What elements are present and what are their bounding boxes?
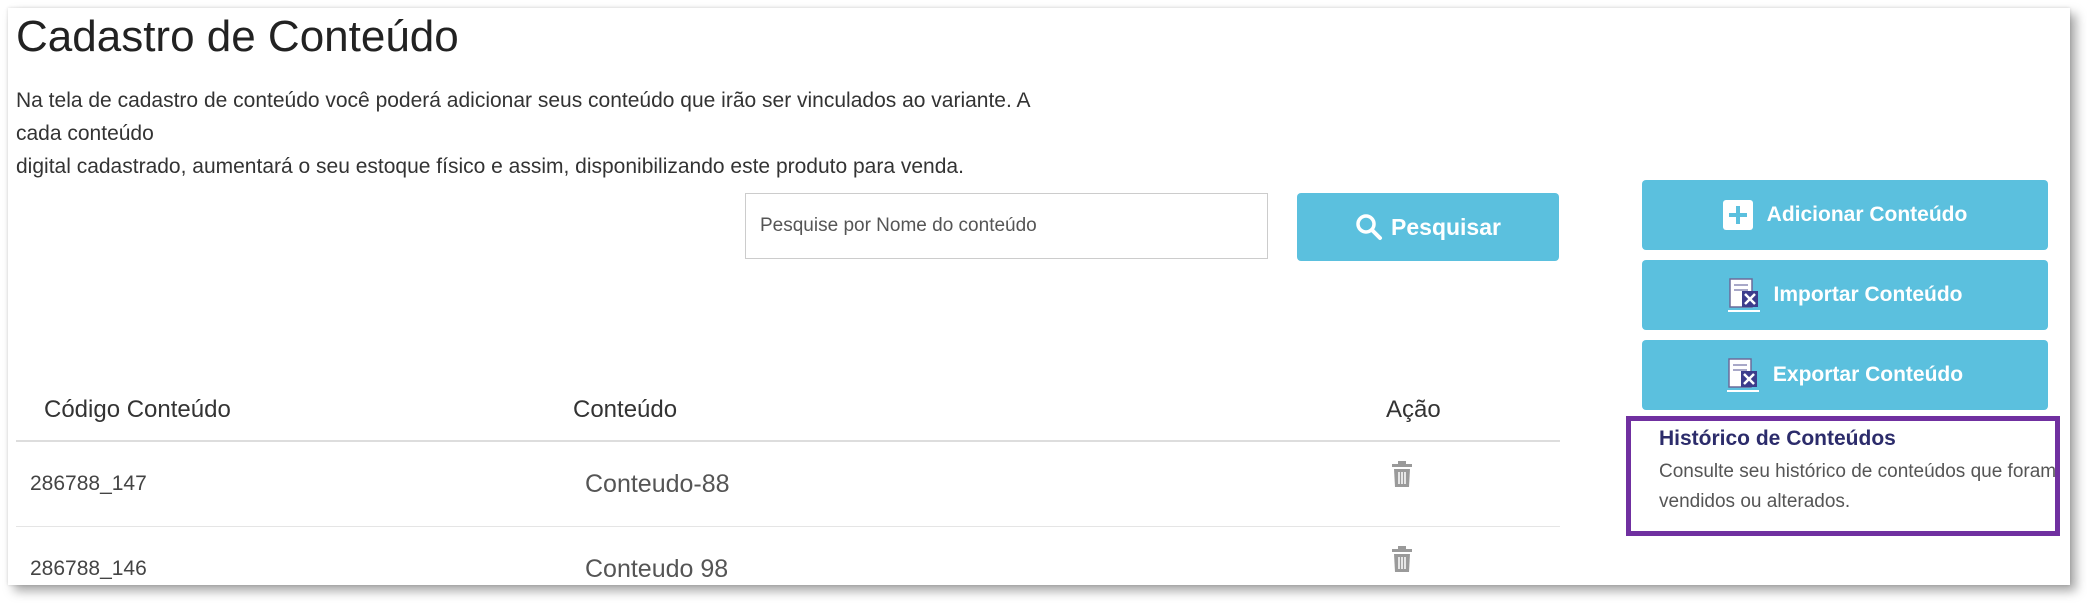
add-content-button[interactable]: Adicionar Conteúdo [1642,180,2048,250]
table-header: Código Conteúdo Conteúdo Ação [16,376,1560,442]
content-name: Conteudo-88 [585,470,730,498]
page-title: Cadastro de Conteúdo [16,12,459,61]
export-content-label: Exportar Conteúdo [1772,363,1964,386]
import-content-button[interactable]: Importar Conteúdo [1642,260,2048,330]
content-code: 286788_147 [30,472,147,495]
column-header-content: Conteúdo [573,396,678,423]
page-description: Na tela de cadastro de conteúdo você pod… [16,84,1216,183]
content-code: 286788_146 [30,557,147,580]
description-line: digital cadastrado, aumentará o seu esto… [16,155,964,178]
search-input[interactable] [745,193,1268,259]
search-button-label: Pesquisar [1391,213,1501,240]
plus-square-icon [1722,200,1753,230]
trash-icon[interactable] [1390,545,1414,573]
column-header-code: Código Conteúdo [44,396,231,423]
content-table: Código Conteúdo Conteúdo Ação 286788_147… [16,376,1560,585]
table-row: 286788_147 Conteudo-88 [16,442,1560,527]
history-title[interactable]: Histórico de Conteúdos [1659,427,2055,451]
excel-file-icon [1726,358,1759,392]
import-content-label: Importar Conteúdo [1773,283,1963,306]
excel-file-icon [1727,278,1760,312]
search-button[interactable]: Pesquisar [1297,193,1559,261]
description-line: Na tela de cadastro de conteúdo você pod… [16,89,1031,112]
description-line: cada conteúdo [16,122,154,145]
column-header-action: Ação [1386,396,1441,423]
table-row: 286788_146 Conteudo 98 [16,527,1560,585]
export-content-button[interactable]: Exportar Conteúdo [1642,340,2048,410]
add-content-label: Adicionar Conteúdo [1766,203,1968,226]
search-icon [1356,214,1383,240]
content-name: Conteudo 98 [585,555,729,583]
trash-icon[interactable] [1390,460,1414,488]
history-description: Consulte seu histórico de conteúdos que … [1659,461,2057,512]
page-container: Cadastro de Conteúdo Na tela de cadastro… [8,8,2070,585]
history-panel[interactable]: Histórico de Conteúdos Consulte seu hist… [1626,416,2060,536]
